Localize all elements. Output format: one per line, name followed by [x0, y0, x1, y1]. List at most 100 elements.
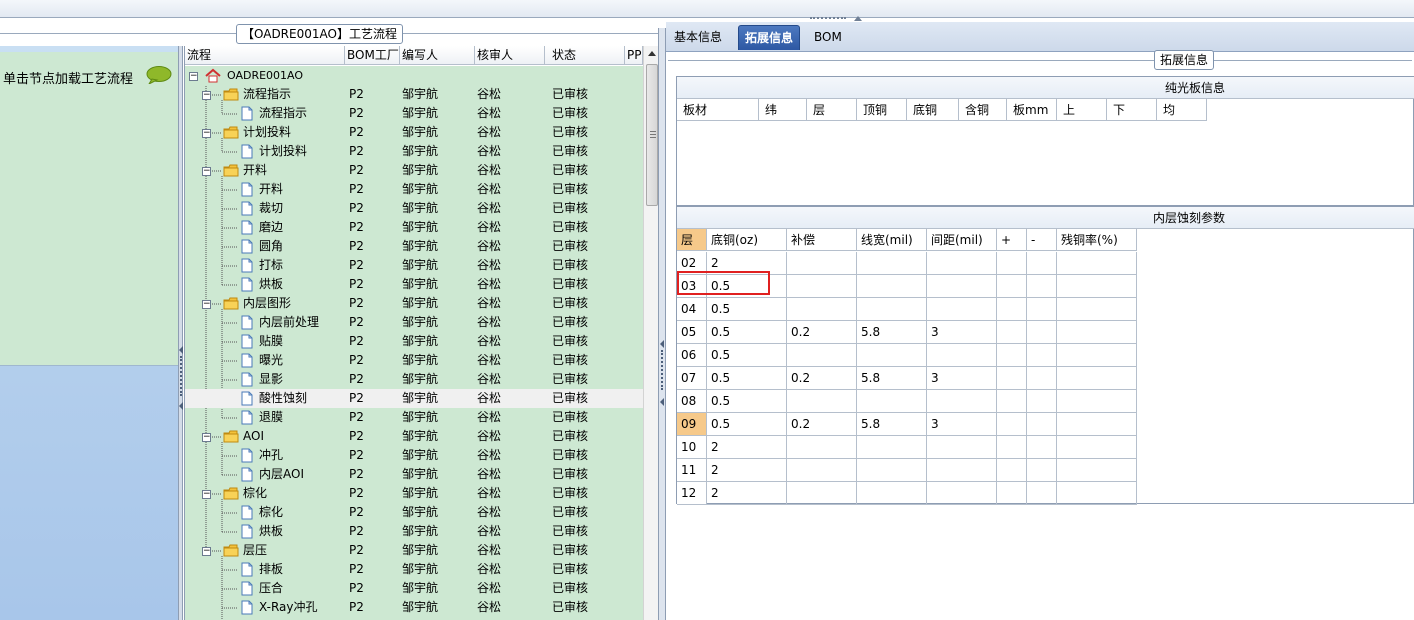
tree-row[interactable]: 流程指示 P2 邹宇航 谷松 已审核 [185, 104, 643, 123]
etch-param-cell[interactable]: 3 [927, 413, 997, 436]
etch-param-cell[interactable] [997, 298, 1027, 321]
expand-collapse-toggle[interactable]: − [202, 433, 211, 442]
tree-column-header[interactable]: 流程 [185, 46, 345, 65]
tree-node-label[interactable]: 贴膜 [259, 332, 283, 351]
etch-param-cell[interactable] [997, 390, 1027, 413]
tree-column-header[interactable]: 核审人 [475, 46, 545, 65]
etch-param-cell[interactable] [857, 275, 927, 298]
plain-board-column-header[interactable]: 含铜 [959, 99, 1007, 121]
etch-param-cell[interactable] [997, 367, 1027, 390]
tree-node-label[interactable]: 计划投料 [259, 142, 307, 161]
collapse-left-icon[interactable] [660, 340, 664, 348]
etch-param-cell[interactable] [1057, 413, 1137, 436]
etch-param-cell[interactable]: 0.5 [707, 321, 787, 344]
layer-cell[interactable]: 12 [677, 482, 707, 505]
etch-param-cell[interactable] [1027, 252, 1057, 275]
tree-node-label[interactable]: 冲孔 [259, 446, 283, 465]
etch-param-cell[interactable] [857, 298, 927, 321]
tree-node-label[interactable]: 内层前处理 [259, 313, 319, 332]
tree-node-label[interactable]: 流程指示 [259, 104, 307, 123]
tree-node-label[interactable]: 裁切 [259, 199, 283, 218]
scroll-up-icon[interactable] [645, 46, 659, 62]
layer-cell[interactable]: 05 [677, 321, 707, 344]
tree-node-label[interactable]: 酸性蚀刻 [259, 389, 307, 408]
etch-param-cell[interactable]: 0.5 [707, 344, 787, 367]
expand-collapse-toggle[interactable]: − [202, 91, 211, 100]
etch-param-cell[interactable]: 2 [707, 459, 787, 482]
etch-param-cell[interactable] [997, 275, 1027, 298]
etch-param-cell[interactable] [857, 390, 927, 413]
tree-column-header[interactable]: PPI [625, 46, 643, 65]
etch-param-cell[interactable] [1027, 275, 1057, 298]
etch-param-cell[interactable] [1057, 298, 1137, 321]
etch-param-cell[interactable] [1027, 482, 1057, 505]
tree-row[interactable]: 排板 P2 邹宇航 谷松 已审核 [185, 560, 643, 579]
tree-column-header[interactable]: BOM工厂 [345, 46, 400, 65]
tree-row[interactable]: 曝光 P2 邹宇航 谷松 已审核 [185, 351, 643, 370]
tree-node-label[interactable]: 排板 [259, 560, 283, 579]
etch-param-cell[interactable]: 2 [707, 482, 787, 505]
tab-bom[interactable]: BOM [808, 25, 848, 50]
layer-cell[interactable]: 07 [677, 367, 707, 390]
tree-vertical-scrollbar[interactable] [643, 46, 659, 620]
tree-column-header[interactable]: 编写人 [400, 46, 475, 65]
etch-param-cell[interactable] [1027, 459, 1057, 482]
etch-param-cell[interactable] [787, 252, 857, 275]
etch-param-cell[interactable] [787, 459, 857, 482]
tree-node-label[interactable]: 曝光 [259, 351, 283, 370]
etch-param-cell[interactable] [997, 413, 1027, 436]
splitter-grip[interactable] [810, 17, 846, 21]
tree-node-label[interactable]: 退膜 [259, 408, 283, 427]
etch-param-cell[interactable] [857, 482, 927, 505]
tree-node-label[interactable]: 圆角 [259, 237, 283, 256]
layer-cell[interactable]: 09 [677, 413, 707, 436]
inner-etch-column-header[interactable]: 残铜率(%) [1057, 229, 1137, 251]
tree-row[interactable]: 压合 P2 邹宇航 谷松 已审核 [185, 579, 643, 598]
tree-row[interactable]: − 层压 P2 邹宇航 谷松 已审核 [185, 541, 643, 560]
tree-node-label[interactable]: 内层AOI [259, 465, 304, 484]
etch-param-cell[interactable] [857, 252, 927, 275]
expand-collapse-toggle[interactable]: − [202, 129, 211, 138]
plain-board-column-header[interactable]: 下 [1107, 99, 1157, 121]
tree-node-label[interactable]: 棕化 [259, 503, 283, 522]
etch-param-cell[interactable]: 0.5 [707, 367, 787, 390]
etch-param-cell[interactable]: 3 [927, 321, 997, 344]
layer-cell[interactable]: 11 [677, 459, 707, 482]
etch-param-cell[interactable] [787, 390, 857, 413]
etch-param-cell[interactable] [787, 298, 857, 321]
etch-param-cell[interactable]: 0.5 [707, 413, 787, 436]
tree-row[interactable]: 烘板 P2 邹宇航 谷松 已审核 [185, 522, 643, 541]
etch-param-cell[interactable] [857, 344, 927, 367]
tab-basic-info[interactable]: 基本信息 [668, 25, 728, 50]
collapse-left-icon[interactable] [179, 346, 183, 354]
etch-param-cell[interactable] [927, 275, 997, 298]
tree-row[interactable]: 开料 P2 邹宇航 谷松 已审核 [185, 180, 643, 199]
layer-cell[interactable]: 04 [677, 298, 707, 321]
tree-node-label[interactable]: 磨边 [259, 218, 283, 237]
tree-row[interactable]: 打标 P2 邹宇航 谷松 已审核 [185, 256, 643, 275]
etch-param-cell[interactable] [997, 482, 1027, 505]
tree-row[interactable]: 裁切 P2 邹宇航 谷松 已审核 [185, 199, 643, 218]
etch-param-cell[interactable] [927, 390, 997, 413]
etch-param-cell[interactable]: 3 [927, 367, 997, 390]
etch-param-cell[interactable] [857, 459, 927, 482]
tree-row[interactable]: 圆角 P2 邹宇航 谷松 已审核 [185, 237, 643, 256]
tree-node-label[interactable]: 打标 [259, 256, 283, 275]
scrollbar-thumb[interactable] [646, 64, 658, 206]
tree-node-label[interactable]: AOI [243, 427, 264, 446]
expand-collapse-toggle[interactable]: − [189, 72, 198, 81]
etch-param-cell[interactable] [787, 436, 857, 459]
tree-node-label[interactable]: 内层图形 [243, 294, 291, 313]
tree-column-header[interactable]: 状态 [550, 46, 625, 65]
etch-param-cell[interactable] [787, 344, 857, 367]
tree-node-label[interactable]: 开料 [259, 180, 283, 199]
etch-param-cell[interactable] [1057, 344, 1137, 367]
tree-node-label[interactable]: 开料 [243, 161, 267, 180]
layer-cell[interactable]: 10 [677, 436, 707, 459]
collapse-up-icon[interactable] [854, 16, 862, 21]
etch-param-cell[interactable] [997, 436, 1027, 459]
etch-param-cell[interactable] [927, 459, 997, 482]
collapse-left-icon[interactable] [179, 402, 183, 410]
tree-row[interactable]: 计划投料 P2 邹宇航 谷松 已审核 [185, 142, 643, 161]
layer-cell[interactable]: 08 [677, 390, 707, 413]
